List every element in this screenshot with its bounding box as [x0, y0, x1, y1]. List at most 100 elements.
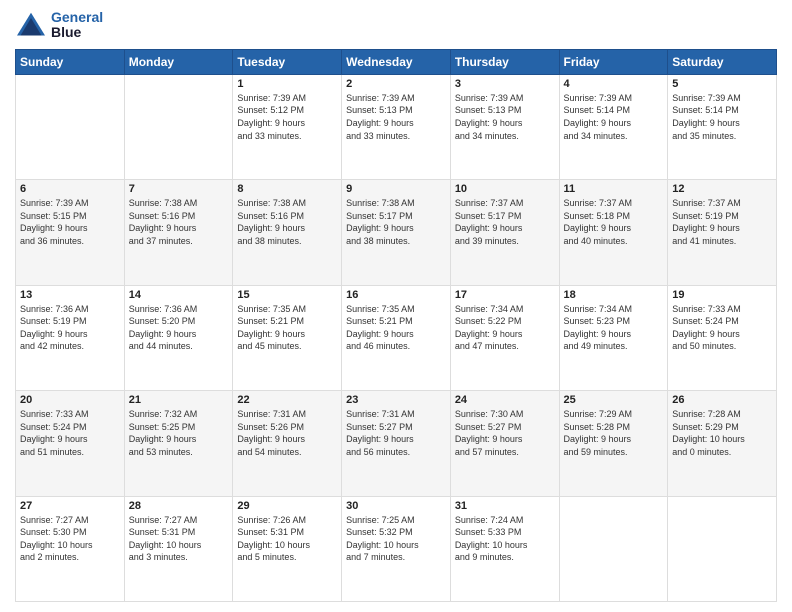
- calendar-cell: 30 Sunrise: 7:25 AM Sunset: 5:32 PM Dayli…: [342, 496, 451, 601]
- day-number: 11: [564, 183, 664, 195]
- logo-text: General Blue: [51, 10, 103, 41]
- day-info: Sunrise: 7:37 AM Sunset: 5:19 PM Dayligh…: [672, 197, 772, 247]
- day-number: 15: [237, 289, 337, 301]
- day-number: 12: [672, 183, 772, 195]
- calendar-cell: 18 Sunrise: 7:34 AM Sunset: 5:23 PM Dayli…: [559, 285, 668, 390]
- day-number: 5: [672, 78, 772, 90]
- day-info: Sunrise: 7:35 AM Sunset: 5:21 PM Dayligh…: [346, 303, 446, 353]
- day-number: 30: [346, 500, 446, 512]
- calendar-cell: 12 Sunrise: 7:37 AM Sunset: 5:19 PM Dayli…: [668, 180, 777, 285]
- day-number: 1: [237, 78, 337, 90]
- day-number: 27: [20, 500, 120, 512]
- weekday-header-sunday: Sunday: [16, 49, 125, 74]
- weekday-header-saturday: Saturday: [668, 49, 777, 74]
- day-number: 24: [455, 394, 555, 406]
- calendar-cell: 19 Sunrise: 7:33 AM Sunset: 5:24 PM Dayli…: [668, 285, 777, 390]
- calendar-cell: [668, 496, 777, 601]
- calendar-cell: 11Sunrise: 7:37 AM Sunset: 5:18 PM Dayli…: [559, 180, 668, 285]
- calendar-cell: 13 Sunrise: 7:36 AM Sunset: 5:19 PM Dayli…: [16, 285, 125, 390]
- day-number: 7: [129, 183, 229, 195]
- day-info: Sunrise: 7:33 AM Sunset: 5:24 PM Dayligh…: [672, 303, 772, 353]
- day-info: Sunrise: 7:25 AM Sunset: 5:32 PM Dayligh…: [346, 514, 446, 564]
- calendar-cell: [16, 74, 125, 179]
- calendar-cell: 10Sunrise: 7:37 AM Sunset: 5:17 PM Dayli…: [450, 180, 559, 285]
- calendar-cell: 8 Sunrise: 7:38 AM Sunset: 5:16 PM Daylig…: [233, 180, 342, 285]
- day-number: 13: [20, 289, 120, 301]
- day-number: 20: [20, 394, 120, 406]
- calendar-cell: 24 Sunrise: 7:30 AM Sunset: 5:27 PM Dayli…: [450, 391, 559, 496]
- calendar-header: SundayMondayTuesdayWednesdayThursdayFrid…: [16, 49, 777, 74]
- calendar-cell: 29 Sunrise: 7:26 AM Sunset: 5:31 PM Dayli…: [233, 496, 342, 601]
- day-info: Sunrise: 7:31 AM Sunset: 5:26 PM Dayligh…: [237, 408, 337, 458]
- day-number: 31: [455, 500, 555, 512]
- day-info: Sunrise: 7:39 AM Sunset: 5:13 PM Dayligh…: [346, 92, 446, 142]
- calendar-cell: 31 Sunrise: 7:24 AM Sunset: 5:33 PM Dayli…: [450, 496, 559, 601]
- day-info: Sunrise: 7:39 AM Sunset: 5:14 PM Dayligh…: [672, 92, 772, 142]
- day-info: Sunrise: 7:35 AM Sunset: 5:21 PM Dayligh…: [237, 303, 337, 353]
- day-info: Sunrise: 7:39 AM Sunset: 5:15 PM Dayligh…: [20, 197, 120, 247]
- day-number: 18: [564, 289, 664, 301]
- day-number: 8: [237, 183, 337, 195]
- weekday-header-thursday: Thursday: [450, 49, 559, 74]
- day-info: Sunrise: 7:33 AM Sunset: 5:24 PM Dayligh…: [20, 408, 120, 458]
- day-number: 17: [455, 289, 555, 301]
- calendar-cell: 3 Sunrise: 7:39 AM Sunset: 5:13 PM Daylig…: [450, 74, 559, 179]
- header: General Blue: [15, 10, 777, 41]
- day-number: 29: [237, 500, 337, 512]
- weekday-header-wednesday: Wednesday: [342, 49, 451, 74]
- day-number: 9: [346, 183, 446, 195]
- calendar-cell: 7 Sunrise: 7:38 AM Sunset: 5:16 PM Daylig…: [124, 180, 233, 285]
- day-info: Sunrise: 7:38 AM Sunset: 5:17 PM Dayligh…: [346, 197, 446, 247]
- day-info: Sunrise: 7:31 AM Sunset: 5:27 PM Dayligh…: [346, 408, 446, 458]
- calendar-cell: 23 Sunrise: 7:31 AM Sunset: 5:27 PM Dayli…: [342, 391, 451, 496]
- day-info: Sunrise: 7:34 AM Sunset: 5:22 PM Dayligh…: [455, 303, 555, 353]
- day-number: 19: [672, 289, 772, 301]
- logo-icon: [15, 11, 47, 39]
- week-row-3: 13 Sunrise: 7:36 AM Sunset: 5:19 PM Dayli…: [16, 285, 777, 390]
- calendar-cell: 26 Sunrise: 7:28 AM Sunset: 5:29 PM Dayli…: [668, 391, 777, 496]
- calendar-table: SundayMondayTuesdayWednesdayThursdayFrid…: [15, 49, 777, 602]
- calendar-cell: 2Sunrise: 7:39 AM Sunset: 5:13 PM Daylig…: [342, 74, 451, 179]
- day-info: Sunrise: 7:39 AM Sunset: 5:12 PM Dayligh…: [237, 92, 337, 142]
- day-number: 21: [129, 394, 229, 406]
- page: General Blue SundayMondayTuesdayWednesda…: [0, 0, 792, 612]
- day-info: Sunrise: 7:37 AM Sunset: 5:17 PM Dayligh…: [455, 197, 555, 247]
- day-info: Sunrise: 7:29 AM Sunset: 5:28 PM Dayligh…: [564, 408, 664, 458]
- calendar-cell: 28 Sunrise: 7:27 AM Sunset: 5:31 PM Dayli…: [124, 496, 233, 601]
- week-row-2: 6Sunrise: 7:39 AM Sunset: 5:15 PM Daylig…: [16, 180, 777, 285]
- day-info: Sunrise: 7:24 AM Sunset: 5:33 PM Dayligh…: [455, 514, 555, 564]
- day-info: Sunrise: 7:36 AM Sunset: 5:19 PM Dayligh…: [20, 303, 120, 353]
- day-info: Sunrise: 7:36 AM Sunset: 5:20 PM Dayligh…: [129, 303, 229, 353]
- calendar-cell: 15 Sunrise: 7:35 AM Sunset: 5:21 PM Dayli…: [233, 285, 342, 390]
- day-number: 3: [455, 78, 555, 90]
- week-row-5: 27 Sunrise: 7:27 AM Sunset: 5:30 PM Dayli…: [16, 496, 777, 601]
- calendar-cell: [559, 496, 668, 601]
- calendar-cell: 9 Sunrise: 7:38 AM Sunset: 5:17 PM Daylig…: [342, 180, 451, 285]
- calendar-cell: [124, 74, 233, 179]
- calendar-cell: 27 Sunrise: 7:27 AM Sunset: 5:30 PM Dayli…: [16, 496, 125, 601]
- day-info: Sunrise: 7:27 AM Sunset: 5:31 PM Dayligh…: [129, 514, 229, 564]
- day-info: Sunrise: 7:28 AM Sunset: 5:29 PM Dayligh…: [672, 408, 772, 458]
- day-info: Sunrise: 7:38 AM Sunset: 5:16 PM Dayligh…: [237, 197, 337, 247]
- calendar-body: 1 Sunrise: 7:39 AM Sunset: 5:12 PM Daylig…: [16, 74, 777, 601]
- weekday-header-friday: Friday: [559, 49, 668, 74]
- day-info: Sunrise: 7:39 AM Sunset: 5:13 PM Dayligh…: [455, 92, 555, 142]
- day-number: 22: [237, 394, 337, 406]
- weekday-header-row: SundayMondayTuesdayWednesdayThursdayFrid…: [16, 49, 777, 74]
- day-info: Sunrise: 7:27 AM Sunset: 5:30 PM Dayligh…: [20, 514, 120, 564]
- logo: General Blue: [15, 10, 103, 41]
- day-number: 23: [346, 394, 446, 406]
- day-number: 28: [129, 500, 229, 512]
- calendar-cell: 4Sunrise: 7:39 AM Sunset: 5:14 PM Daylig…: [559, 74, 668, 179]
- calendar-cell: 20 Sunrise: 7:33 AM Sunset: 5:24 PM Dayli…: [16, 391, 125, 496]
- day-info: Sunrise: 7:26 AM Sunset: 5:31 PM Dayligh…: [237, 514, 337, 564]
- day-info: Sunrise: 7:30 AM Sunset: 5:27 PM Dayligh…: [455, 408, 555, 458]
- day-number: 4: [564, 78, 664, 90]
- calendar-cell: 16Sunrise: 7:35 AM Sunset: 5:21 PM Dayli…: [342, 285, 451, 390]
- day-number: 14: [129, 289, 229, 301]
- day-number: 26: [672, 394, 772, 406]
- day-info: Sunrise: 7:34 AM Sunset: 5:23 PM Dayligh…: [564, 303, 664, 353]
- calendar-cell: 17 Sunrise: 7:34 AM Sunset: 5:22 PM Dayli…: [450, 285, 559, 390]
- day-info: Sunrise: 7:38 AM Sunset: 5:16 PM Dayligh…: [129, 197, 229, 247]
- calendar-cell: 6Sunrise: 7:39 AM Sunset: 5:15 PM Daylig…: [16, 180, 125, 285]
